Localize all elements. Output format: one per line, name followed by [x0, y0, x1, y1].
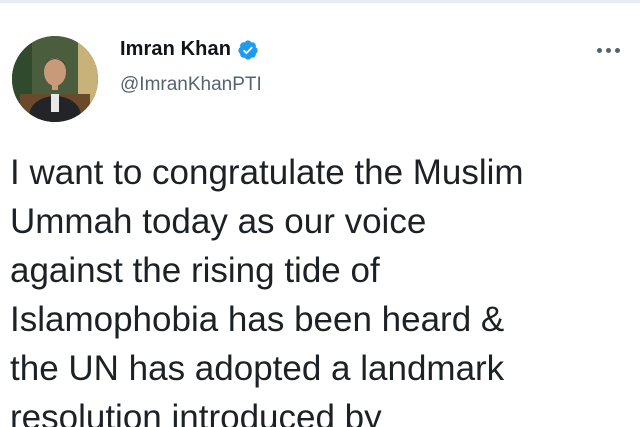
avatar[interactable]	[12, 36, 98, 122]
more-options-icon-dot	[605, 47, 611, 53]
more-options-icon	[596, 47, 602, 53]
verified-badge-icon	[237, 39, 259, 61]
more-options-button[interactable]	[590, 36, 626, 64]
author-display-name[interactable]: Imran Khan	[120, 38, 231, 61]
author-handle[interactable]: @ImranKhanPTI	[120, 74, 262, 96]
tweet-text: I want to congratulate the Muslim Ummah …	[10, 153, 524, 427]
profile-photo-icon	[12, 36, 98, 122]
tweet-card: Imran Khan @ImranKhanPTI I want to congr…	[0, 0, 640, 427]
more-options-icon-dot	[614, 47, 620, 53]
author-name-row: Imran Khan	[120, 38, 259, 61]
